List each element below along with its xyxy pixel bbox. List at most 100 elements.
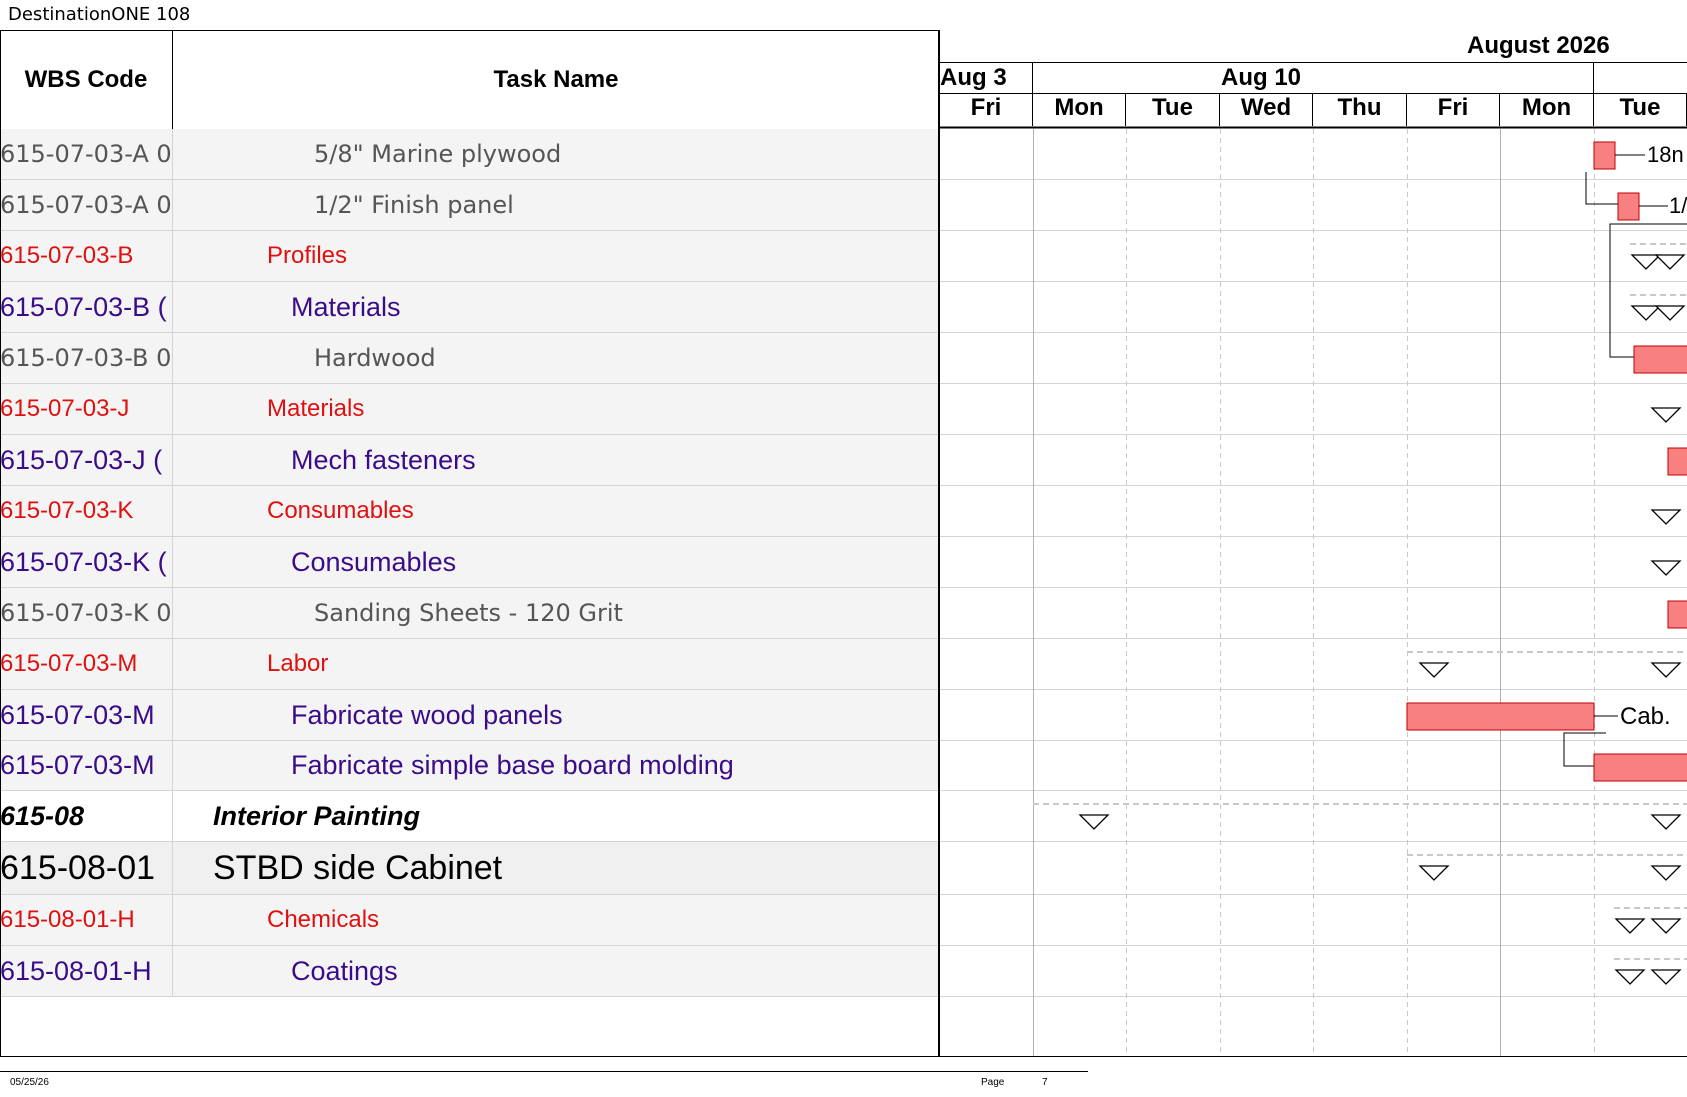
table-row[interactable]: 615-08 Interior Painting <box>0 791 939 842</box>
task-name-cell: Chemicals <box>173 895 939 945</box>
summary-marker <box>1650 918 1682 934</box>
wbs-cell: 615-07-03-K ( <box>0 537 173 587</box>
table-row[interactable]: 615-07-03-K Consumables <box>0 486 939 537</box>
task-bar <box>1667 447 1687 476</box>
task-name-cell: Materials <box>173 384 939 434</box>
footer-date: 05/25/26 <box>10 1077 49 1088</box>
task-name-cell: Labor <box>173 639 939 689</box>
task-name-cell: Materials <box>173 282 939 332</box>
wbs-cell: 615-07-03-J ( <box>0 435 173 485</box>
bar-label: 18n <box>1647 142 1684 167</box>
bar-label: 1/ <box>1669 193 1687 218</box>
table-row[interactable]: 615-07-03-B Profiles <box>0 231 939 282</box>
task-name-text: Coatings <box>291 955 398 986</box>
gantt-bars: 18n 1/Cab. <box>940 126 1687 1057</box>
wbs-cell: 615-08-01 <box>0 842 173 894</box>
table-bottom-border <box>0 1056 939 1057</box>
table-row[interactable]: 615-07-03-A 0 1/2" Finish panel <box>0 180 939 231</box>
table-row[interactable]: 615-08-01 STBD side Cabinet <box>0 842 939 895</box>
task-bar <box>1617 192 1640 221</box>
bar-label: Cab. <box>1620 703 1671 730</box>
task-name-cell: Fabricate simple base board molding <box>173 741 939 790</box>
task-bar <box>1633 345 1687 374</box>
footer-page-number: 7 <box>1042 1077 1048 1088</box>
table-row[interactable]: 615-07-03-A 0 5/8" Marine plywood <box>0 129 939 180</box>
wbs-cell: 615-07-03-K <box>0 486 173 536</box>
task-name-text: Sanding Sheets - 120 Grit <box>314 599 623 627</box>
table-row[interactable]: 615-08-01-H Coatings <box>0 946 939 997</box>
summary-marker <box>1654 254 1686 270</box>
task-name-cell: Coatings <box>173 946 939 996</box>
wbs-cell: 615-07-03-J <box>0 384 173 434</box>
task-name-text: Mech fasteners <box>291 444 476 475</box>
summary-marker <box>1650 662 1682 678</box>
task-name-text: 5/8" Marine plywood <box>314 140 562 168</box>
summary-marker <box>1418 865 1450 881</box>
wbs-cell: 615-07-03-K 0 <box>0 588 173 638</box>
table-row[interactable]: 615-07-03-B 0 Hardwood <box>0 333 939 384</box>
task-name-text: Labor <box>267 650 329 677</box>
task-name-cell: Sanding Sheets - 120 Grit <box>173 588 939 638</box>
table-row[interactable]: 615-07-03-K ( Consumables <box>0 537 939 588</box>
table-row[interactable]: 615-07-03-K 0 Sanding Sheets - 120 Grit <box>0 588 939 639</box>
summary-marker <box>1614 969 1646 985</box>
table-row[interactable]: 615-07-03-B (Materials <box>0 282 939 333</box>
task-bar <box>1667 600 1687 629</box>
task-name-text: Interior Painting <box>213 800 421 831</box>
table-row[interactable]: 615-07-03-M Fabricate simple base board m… <box>0 741 939 791</box>
wbs-cell: 615-07-03-M <box>0 690 173 740</box>
footer-page-label: Page <box>981 1077 1005 1088</box>
wbs-cell: 615-07-03-A 0 <box>0 129 173 179</box>
footer-rule <box>0 1071 1088 1072</box>
wbs-cell: 615-07-03-M <box>0 639 173 689</box>
task-name-text: Fabricate simple base board molding <box>291 750 734 780</box>
task-name-text: Profiles <box>267 242 348 269</box>
table-row[interactable]: 615-07-03-J ( Mech fasteners <box>0 435 939 486</box>
task-name-cell: Mech fasteners <box>173 435 939 485</box>
document-title: DestinationONE 108 <box>8 4 191 25</box>
task-name-text: Chemicals <box>267 906 380 933</box>
task-name-cell: 1/2" Finish panel <box>173 180 939 230</box>
gantt-chart: August 2026 Aug 3 Aug 10 Fri Mon Tue Wed Thu… <box>940 30 1687 1057</box>
table-row[interactable]: 615-07-03-J Materials <box>0 384 939 435</box>
summary-marker <box>1650 407 1682 423</box>
summary-marker <box>1418 662 1450 678</box>
table-left-border <box>0 30 1 1057</box>
summary-marker <box>1650 560 1682 576</box>
wbs-cell: 615-08-01-H <box>0 895 173 945</box>
summary-marker <box>1650 969 1682 985</box>
task-column-header[interactable]: Task Name <box>173 31 939 129</box>
task-name-cell: Interior Painting <box>173 791 939 841</box>
wbs-cell: 615-07-03-A 0 <box>0 180 173 230</box>
wbs-cell: 615-07-03-B <box>0 231 173 281</box>
summary-marker <box>1650 814 1682 830</box>
task-name-cell: Fabricate wood panels <box>173 690 939 740</box>
table-row[interactable]: 615-07-03-M Labor <box>0 639 939 690</box>
summary-marker <box>1650 865 1682 881</box>
summary-marker <box>1630 305 1662 321</box>
task-name-text: Consumables <box>267 497 414 524</box>
wbs-cell: 615-08 <box>0 791 173 841</box>
task-name-text: Materials <box>267 395 365 422</box>
summary-marker <box>1078 814 1110 830</box>
task-name-text: Materials <box>291 291 401 322</box>
summary-marker <box>1650 509 1682 525</box>
task-name-text: Consumables <box>291 546 457 577</box>
wbs-cell: 615-07-03-B 0 <box>0 333 173 383</box>
task-name-cell: Consumables <box>173 486 939 536</box>
task-name-cell: STBD side Cabinet <box>173 842 939 894</box>
summary-marker <box>1614 918 1646 934</box>
summary-marker <box>1654 305 1686 321</box>
task-name-text: 1/2" Finish panel <box>314 191 514 219</box>
task-name-cell: 5/8" Marine plywood <box>173 129 939 179</box>
wbs-column-header[interactable]: WBS Code <box>0 31 173 129</box>
summary-marker <box>1630 254 1662 270</box>
table-row[interactable]: 615-07-03-M Fabricate wood panels <box>0 690 939 741</box>
task-name-text: Hardwood <box>314 344 436 372</box>
task-name-text: STBD side Cabinet <box>213 848 503 887</box>
table-row[interactable]: 615-08-01-H Chemicals <box>0 895 939 946</box>
task-name-cell: Profiles <box>173 231 939 281</box>
task-bar <box>1593 141 1616 170</box>
task-bar <box>1406 702 1595 731</box>
table-header: WBS Code Task Name <box>0 30 939 131</box>
